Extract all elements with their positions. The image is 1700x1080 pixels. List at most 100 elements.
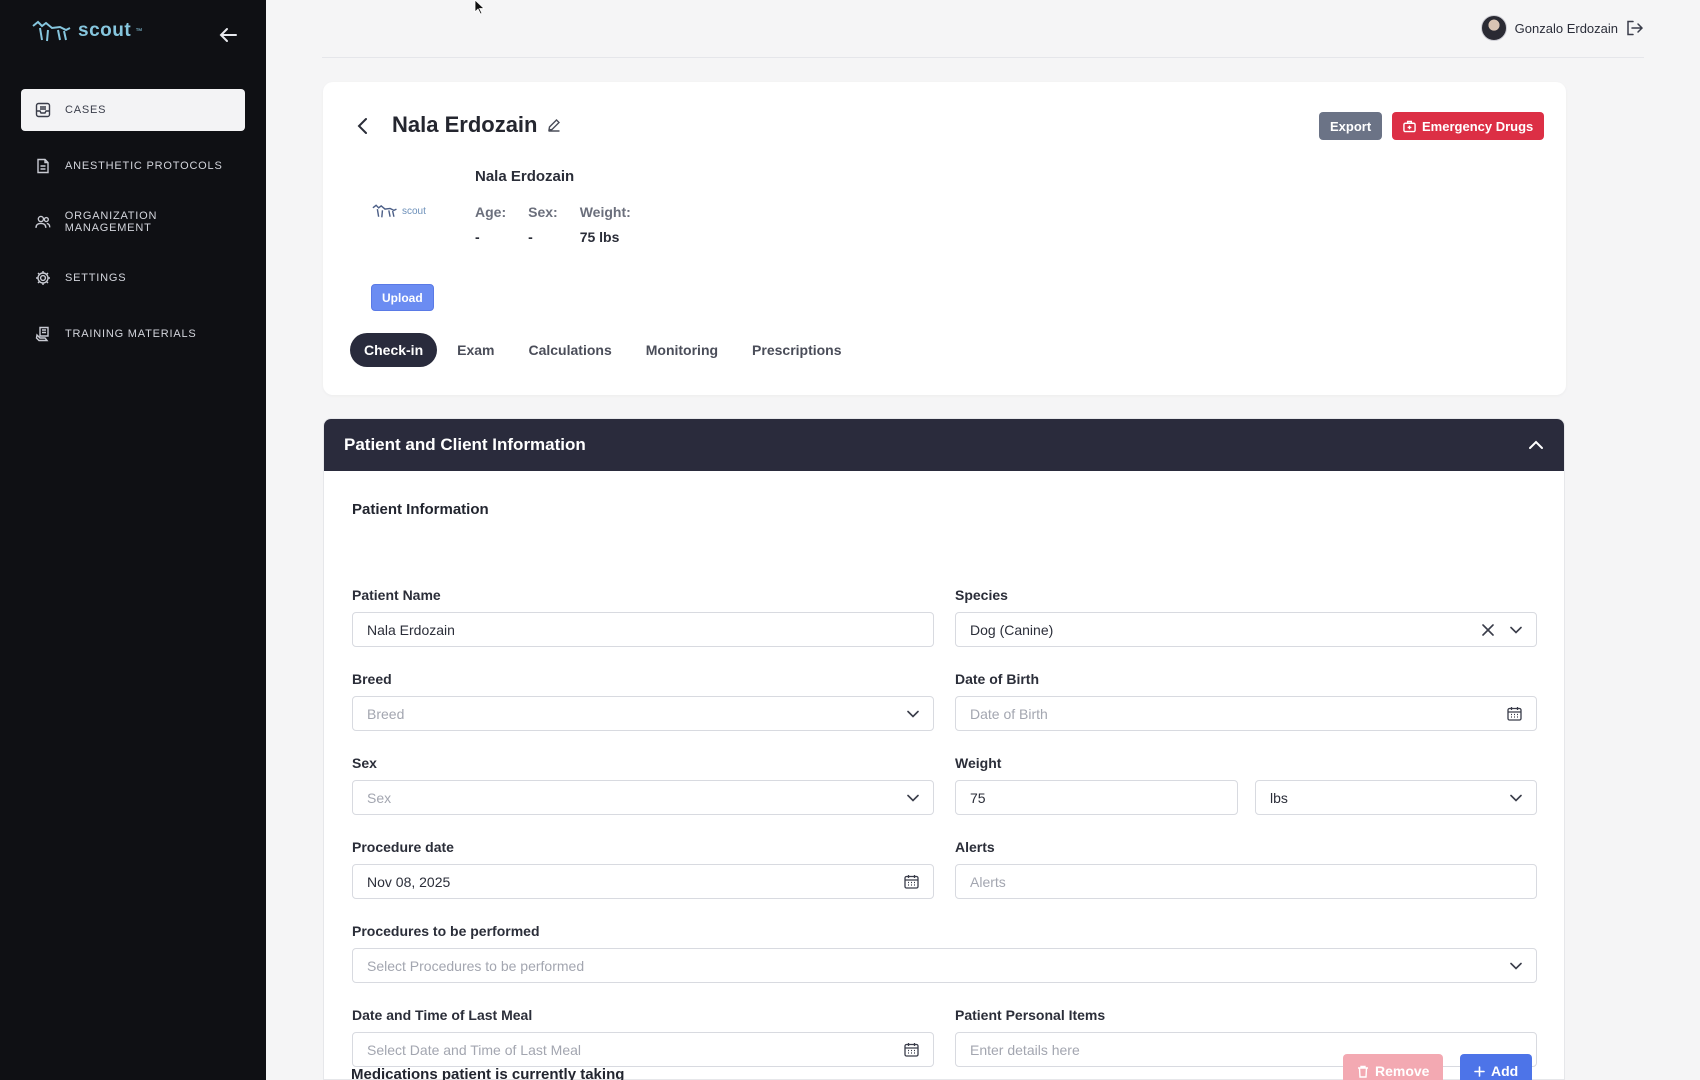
emergency-drugs-label: Emergency Drugs: [1422, 118, 1534, 134]
dog-logo-icon: [372, 204, 397, 218]
sidebar-item-organization-management[interactable]: ORGANIZATION MANAGEMENT: [21, 201, 245, 243]
sidebar-item-label: ANESTHETIC PROTOCOLS: [65, 160, 223, 172]
sex-label: Sex: [352, 755, 377, 771]
close-icon[interactable]: [1482, 623, 1494, 636]
remove-medication-button[interactable]: Remove: [1343, 1054, 1444, 1080]
add-label: Add: [1491, 1063, 1519, 1079]
patient-name-label: Patient Name: [352, 587, 441, 603]
page-title: Nala Erdozain: [392, 112, 561, 138]
chevron-down-icon: [907, 794, 919, 802]
patient-name-heading: Nala Erdozain: [475, 168, 575, 185]
edit-pencil-icon[interactable]: [547, 118, 561, 132]
calendar-icon[interactable]: [904, 874, 919, 889]
chevron-left-icon: [357, 118, 367, 134]
section-title: Patient and Client Information: [344, 435, 586, 454]
plus-icon: [1474, 1065, 1485, 1077]
user-menu[interactable]: Gonzalo Erdozain: [1480, 15, 1644, 41]
stat-value: -: [475, 229, 480, 245]
dob-input[interactable]: Date of Birth: [955, 696, 1537, 731]
topbar: Gonzalo Erdozain: [322, 0, 1644, 58]
personal-items-label: Patient Personal Items: [955, 1007, 1106, 1023]
alerts-label: Alerts: [955, 839, 995, 855]
last-meal-placeholder: Select Date and Time of Last Meal: [367, 1041, 581, 1058]
logout-icon[interactable]: [1626, 20, 1644, 36]
breed-placeholder: Breed: [367, 705, 405, 722]
sidebar-item-settings[interactable]: SETTINGS: [21, 257, 245, 299]
patient-name-input[interactable]: Nala Erdozain: [352, 612, 934, 647]
collapse-sidebar-button[interactable]: [214, 22, 242, 48]
sidebar-item-label: ORGANIZATION MANAGEMENT: [64, 210, 158, 234]
sidebar-item-training-materials[interactable]: TRAINING MATERIALS: [21, 313, 245, 355]
upload-button[interactable]: Upload: [371, 284, 434, 311]
user-name: Gonzalo Erdozain: [1514, 20, 1618, 36]
weight-value: 75: [970, 789, 986, 806]
avatar[interactable]: [1480, 15, 1507, 41]
patient-photo[interactable]: scout: [371, 202, 426, 220]
breed-select[interactable]: Breed: [352, 696, 934, 731]
personal-items-placeholder: Enter details here: [970, 1041, 1080, 1058]
weight-input[interactable]: 75: [955, 780, 1238, 815]
stat-value: -: [528, 229, 533, 245]
gear-icon: [36, 271, 50, 285]
sidebar-nav: CASES ANESTHETIC PROTOCOLS ORGANIZATION …: [21, 89, 245, 369]
calendar-icon[interactable]: [1507, 706, 1522, 721]
tab-prescriptions[interactable]: Prescriptions: [738, 333, 855, 367]
emergency-drugs-button[interactable]: Emergency Drugs: [1392, 112, 1545, 140]
last-meal-input[interactable]: Select Date and Time of Last Meal: [352, 1032, 934, 1067]
weight-unit-value: lbs: [1270, 789, 1288, 806]
tab-exam[interactable]: Exam: [443, 333, 508, 367]
procedures-placeholder: Select Procedures to be performed: [367, 957, 585, 974]
tab-check-in[interactable]: Check-in: [350, 333, 438, 367]
medical-kit-icon: [1403, 120, 1416, 132]
alerts-placeholder: Alerts: [970, 873, 1006, 890]
tab-monitoring[interactable]: Monitoring: [632, 333, 732, 367]
arrow-left-icon: [219, 28, 237, 42]
brand-trademark: ™: [135, 27, 143, 35]
chevron-down-icon: [1510, 794, 1522, 802]
personal-items-input[interactable]: Enter details here: [955, 1032, 1537, 1067]
remove-label: Remove: [1375, 1063, 1430, 1079]
stat-weight: Weight: 75 lbs: [580, 204, 631, 245]
patient-title: Nala Erdozain: [392, 112, 538, 137]
scout-logo[interactable]: scout ™: [30, 18, 142, 44]
document-icon: [37, 158, 49, 174]
chevron-down-icon: [1510, 626, 1522, 634]
section-header[interactable]: Patient and Client Information: [324, 419, 1564, 471]
dob-label: Date of Birth: [955, 671, 1039, 687]
case-tabs: Check-in Exam Calculations Monitoring Pr…: [350, 333, 856, 367]
alerts-input[interactable]: Alerts: [955, 864, 1537, 899]
calendar-icon[interactable]: [904, 1042, 919, 1057]
stat-value: 75 lbs: [579, 229, 620, 245]
sidebar-item-label: CASES: [65, 104, 107, 116]
sidebar-item-anesthetic-protocols[interactable]: ANESTHETIC PROTOCOLS: [21, 145, 245, 187]
procedure-date-value: Nov 08, 2025: [367, 873, 451, 890]
dog-logo-icon: [32, 20, 71, 42]
back-button[interactable]: [353, 116, 373, 136]
species-value: Dog (Canine): [970, 621, 1054, 638]
patient-name-value: Nala Erdozain: [367, 621, 455, 638]
mouse-cursor-icon: [474, 0, 486, 15]
users-icon: [35, 215, 51, 228]
breed-label: Breed: [352, 671, 392, 687]
procedure-date-input[interactable]: Nov 08, 2025: [352, 864, 934, 899]
inbox-icon: [35, 102, 51, 118]
trash-icon: [1358, 1065, 1368, 1078]
export-button[interactable]: Export: [1319, 112, 1383, 140]
patient-header-card: Nala Erdozain Export Emergency Drugs sco…: [323, 82, 1566, 395]
last-meal-label: Date and Time of Last Meal: [352, 1007, 533, 1023]
stat-sex: Sex: -: [528, 204, 558, 245]
chevron-down-icon: [907, 710, 919, 718]
sex-select[interactable]: Sex: [352, 780, 934, 815]
stat-label: Age:: [475, 204, 507, 220]
add-medication-button[interactable]: Add: [1460, 1054, 1533, 1080]
chevron-up-icon[interactable]: [1528, 440, 1544, 450]
patient-client-info-section: Patient and Client Information Patient I…: [323, 418, 1565, 1080]
brand-name: scout: [78, 20, 132, 41]
weight-unit-select[interactable]: lbs: [1255, 780, 1537, 815]
sidebar-item-cases[interactable]: CASES: [21, 89, 245, 131]
book-hand-icon: [35, 326, 49, 342]
sidebar: scout ™ CASES ANESTHETIC PROTOCOLS ORGANI…: [0, 0, 266, 1080]
tab-calculations[interactable]: Calculations: [514, 333, 625, 367]
procedures-select[interactable]: Select Procedures to be performed: [352, 948, 1537, 983]
species-select[interactable]: Dog (Canine): [955, 612, 1537, 647]
